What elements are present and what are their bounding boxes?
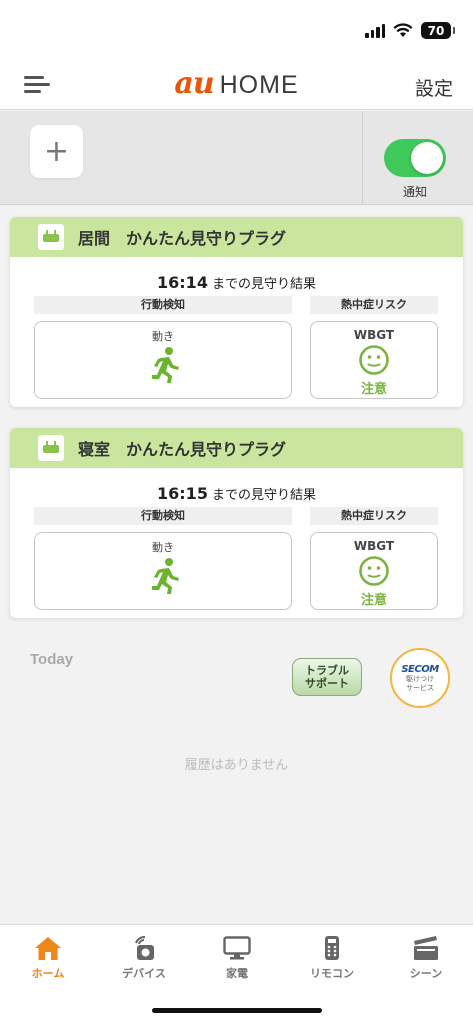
logo-au: au xyxy=(174,66,214,101)
heat-risk-label: 熱中症リスク xyxy=(310,296,438,314)
device-icon xyxy=(135,936,154,960)
tab-appliances[interactable]: 家電 xyxy=(197,935,277,981)
heat-risk-label: 熱中症リスク xyxy=(310,507,438,525)
trouble-support-button[interactable]: トラブル サポート xyxy=(292,658,362,696)
notification-label: 通知 xyxy=(402,185,427,199)
activity-caption: 動き xyxy=(152,330,174,343)
card-header: 寝室 かんたん見守りプラグ xyxy=(10,428,463,468)
tab-home-label: ホーム xyxy=(31,967,65,980)
column-labels: 行動検知 熱中症リスク xyxy=(10,507,463,525)
divider xyxy=(362,111,363,205)
notification-toggle[interactable] xyxy=(384,139,446,177)
wbgt-caption: WBGT xyxy=(353,539,395,553)
tab-home[interactable]: ホーム xyxy=(8,935,88,981)
device-card-bedroom[interactable]: 寝室 かんたん見守りプラグ 16:15 までの見守り結果 行動検知 熱中症リスク … xyxy=(10,428,463,618)
activity-box[interactable]: 動き xyxy=(34,321,292,399)
add-button[interactable]: + xyxy=(30,125,83,178)
tab-devices[interactable]: デバイス xyxy=(104,935,184,981)
activity-box[interactable]: 動き xyxy=(34,532,292,610)
neutral-face-icon xyxy=(359,556,389,586)
status-icons: 70 xyxy=(365,22,455,39)
card-title: 寝室 かんたん見守りプラグ xyxy=(78,440,287,459)
settings-button[interactable]: 設定 xyxy=(415,74,453,101)
tab-scenes-label: シーン xyxy=(409,967,443,980)
home-icon xyxy=(35,937,61,960)
tab-scenes[interactable]: シーン xyxy=(386,935,466,981)
secom-service-button[interactable]: SECOM 駆けつけ サービス xyxy=(390,648,450,708)
empty-history-message: 履歴はありません xyxy=(184,758,289,773)
heat-risk-box[interactable]: WBGT 注意 xyxy=(310,321,438,399)
remote-icon xyxy=(325,936,339,960)
status-bar: 70 xyxy=(0,0,473,60)
trouble-line1: トラブル xyxy=(305,664,349,677)
cellular-signal-icon xyxy=(365,23,385,38)
running-person-icon xyxy=(152,347,179,383)
tab-remote-label: リモコン xyxy=(310,967,354,980)
running-person-icon xyxy=(152,558,179,594)
secom-logo: SECOM xyxy=(401,663,439,675)
heat-risk-box[interactable]: WBGT 注意 xyxy=(310,532,438,610)
card-title: 居間 かんたん見守りプラグ xyxy=(78,229,287,248)
plug-icon xyxy=(38,224,64,250)
secom-line1: 駆けつけ xyxy=(406,674,434,683)
neutral-face-icon xyxy=(359,345,389,375)
quick-bar: + 通知 xyxy=(0,111,473,205)
app-header: au HOME 設定 xyxy=(0,60,473,110)
wbgt-caption: WBGT xyxy=(353,328,395,342)
battery-icon: 70 xyxy=(421,22,455,39)
heat-status: 注意 xyxy=(360,593,387,608)
heat-status: 注意 xyxy=(360,382,387,397)
tab-devices-label: デバイス xyxy=(122,967,166,980)
toggle-knob xyxy=(411,142,443,174)
activity-caption: 動き xyxy=(152,541,174,554)
scene-icon xyxy=(414,936,438,960)
trouble-line2: サポート xyxy=(305,677,349,690)
column-labels: 行動検知 熱中症リスク xyxy=(10,296,463,314)
secom-line2: サービス xyxy=(406,683,434,692)
activity-label: 行動検知 xyxy=(34,296,292,314)
plug-icon xyxy=(38,435,64,461)
activity-label: 行動検知 xyxy=(34,507,292,525)
result-time: 16:15 までの見守り結果 xyxy=(157,484,316,503)
tab-appliances-label: 家電 xyxy=(226,967,248,980)
wifi-icon xyxy=(393,23,413,37)
result-time: 16:14 までの見守り結果 xyxy=(157,273,316,292)
appliance-icon xyxy=(223,936,251,960)
tab-remote[interactable]: リモコン xyxy=(292,935,372,981)
today-heading: Today xyxy=(30,651,74,668)
device-card-living[interactable]: 居間 かんたん見守りプラグ 16:14 までの見守り結果 行動検知 熱中症リスク … xyxy=(10,217,463,407)
app-logo: au HOME xyxy=(0,69,473,100)
card-header: 居間 かんたん見守りプラグ xyxy=(10,217,463,257)
logo-home: HOME xyxy=(219,71,299,99)
home-indicator xyxy=(152,1008,322,1013)
